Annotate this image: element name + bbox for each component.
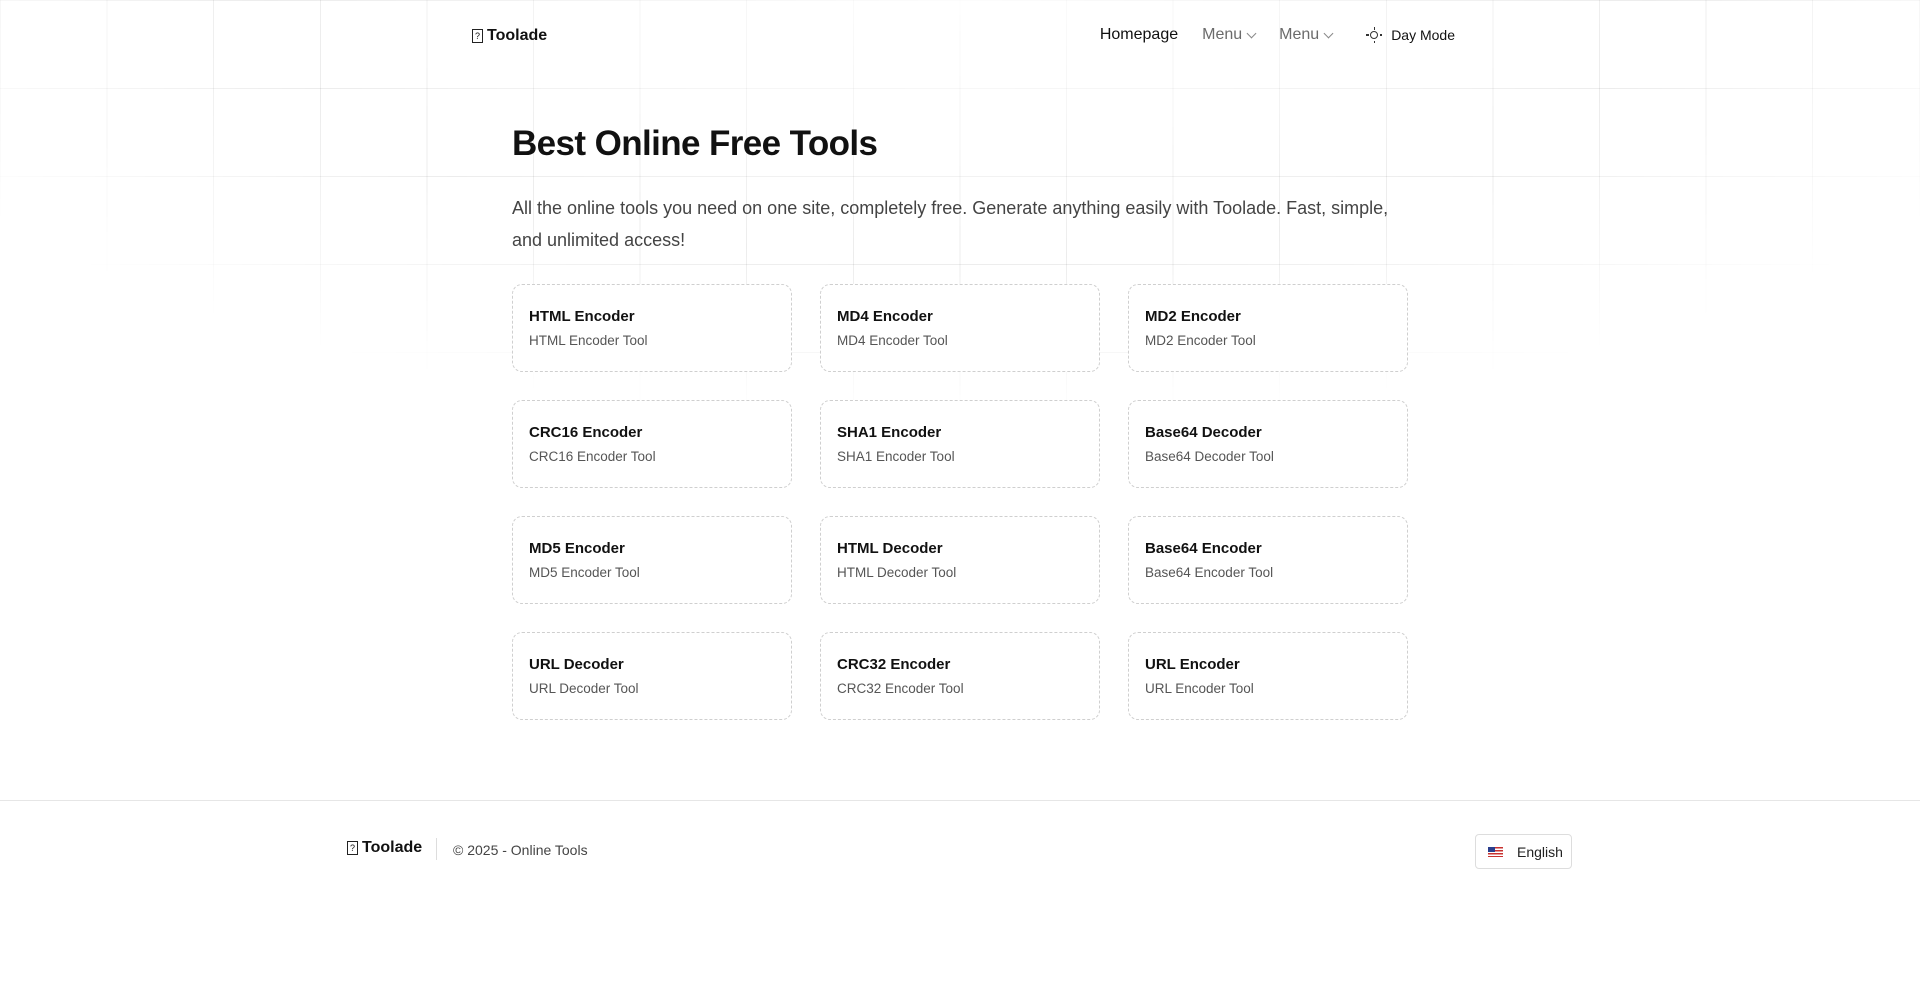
tool-card-md5-encoder[interactable]: MD5 Encoder MD5 Encoder Tool xyxy=(512,516,792,604)
language-label: English xyxy=(1517,843,1563,860)
tool-card-title: CRC16 Encoder xyxy=(529,424,643,441)
tool-card-subtitle: HTML Decoder Tool xyxy=(837,565,957,580)
tool-card-subtitle: CRC16 Encoder Tool xyxy=(529,449,656,464)
copyright-text: © 2025 - Online Tools xyxy=(453,842,588,858)
tool-card-title: MD5 Encoder xyxy=(529,540,625,557)
tool-card-title: URL Decoder xyxy=(529,656,624,673)
day-mode-label: Day Mode xyxy=(1391,27,1455,43)
chevron-down-icon xyxy=(1323,28,1334,38)
tool-card-title: Base64 Encoder xyxy=(1145,540,1262,557)
tool-card-title: URL Encoder xyxy=(1145,656,1240,673)
header: ? Toolade Homepage Menu Menu Day Mode xyxy=(0,0,1920,78)
tool-card-subtitle: URL Decoder Tool xyxy=(529,681,639,696)
tool-card-md4-encoder[interactable]: MD4 Encoder MD4 Encoder Tool xyxy=(820,284,1100,372)
language-selector[interactable]: English xyxy=(1475,834,1572,869)
nav-menu-2-label: Menu xyxy=(1279,26,1320,43)
tool-card-title: SHA1 Encoder xyxy=(837,424,942,441)
tool-card-html-decoder[interactable]: HTML Decoder HTML Decoder Tool xyxy=(820,516,1100,604)
footer-logo-link[interactable]: ? Toolade xyxy=(347,839,422,857)
tool-card-sha1-encoder[interactable]: SHA1 Encoder SHA1 Encoder Tool xyxy=(820,400,1100,488)
nav-menu-2[interactable]: Menu xyxy=(1279,26,1334,44)
tool-card-base64-decoder[interactable]: Base64 Decoder Base64 Decoder Tool xyxy=(1128,400,1408,488)
page-description: All the online tools you need on one sit… xyxy=(512,198,1389,250)
logo-text: Toolade xyxy=(487,27,548,44)
tool-card-url-decoder[interactable]: URL Decoder URL Decoder Tool xyxy=(512,632,792,720)
tool-card-subtitle: MD4 Encoder Tool xyxy=(837,333,948,348)
tool-card-subtitle: Base64 Decoder Tool xyxy=(1145,449,1274,464)
footer-logo-text: Toolade xyxy=(362,839,423,856)
sun-icon xyxy=(1366,27,1383,43)
nav-homepage[interactable]: Homepage xyxy=(1100,26,1178,44)
tool-card-title: Base64 Decoder xyxy=(1145,424,1262,441)
day-mode-toggle[interactable]: Day Mode xyxy=(1366,27,1455,43)
tool-card-subtitle: Base64 Encoder Tool xyxy=(1145,565,1274,580)
footer-separator xyxy=(436,838,437,860)
tool-card-url-encoder[interactable]: URL Encoder URL Encoder Tool xyxy=(1128,632,1408,720)
nav-menu-1[interactable]: Menu xyxy=(1202,26,1257,44)
logo-icon: ? xyxy=(472,29,483,43)
tool-card-crc32-encoder[interactable]: CRC32 Encoder CRC32 Encoder Tool xyxy=(820,632,1100,720)
tool-card-title: MD4 Encoder xyxy=(837,308,933,325)
tool-card-crc16-encoder[interactable]: CRC16 Encoder CRC16 Encoder Tool xyxy=(512,400,792,488)
logo-link[interactable]: ? Toolade xyxy=(472,27,547,45)
tool-card-html-encoder[interactable]: HTML Encoder HTML Encoder Tool xyxy=(512,284,792,372)
tool-card-subtitle: CRC32 Encoder Tool xyxy=(837,681,964,696)
chevron-down-icon xyxy=(1246,28,1257,38)
tool-card-md2-encoder[interactable]: MD2 Encoder MD2 Encoder Tool xyxy=(1128,284,1408,372)
us-flag-icon xyxy=(1488,846,1503,857)
page-title: Best Online Free Tools xyxy=(512,124,878,163)
tool-card-title: HTML Decoder xyxy=(837,540,943,557)
tool-card-subtitle: MD2 Encoder Tool xyxy=(1145,333,1256,348)
main-nav: Homepage Menu Menu Day Mode xyxy=(1100,26,1455,44)
tool-card-subtitle: MD5 Encoder Tool xyxy=(529,565,640,580)
tools-grid: HTML Encoder HTML Encoder Tool MD4 Encod… xyxy=(512,284,1408,720)
tool-card-title: HTML Encoder xyxy=(529,308,635,325)
tool-card-base64-encoder[interactable]: Base64 Encoder Base64 Encoder Tool xyxy=(1128,516,1408,604)
tool-card-subtitle: SHA1 Encoder Tool xyxy=(837,449,955,464)
tool-card-title: MD2 Encoder xyxy=(1145,308,1241,325)
tool-card-title: CRC32 Encoder xyxy=(837,656,951,673)
nav-menu-1-label: Menu xyxy=(1202,26,1243,43)
footer-logo-icon: ? xyxy=(347,841,358,855)
footer-divider xyxy=(0,800,1920,801)
tool-card-subtitle: HTML Encoder Tool xyxy=(529,333,648,348)
tool-card-subtitle: URL Encoder Tool xyxy=(1145,681,1254,696)
